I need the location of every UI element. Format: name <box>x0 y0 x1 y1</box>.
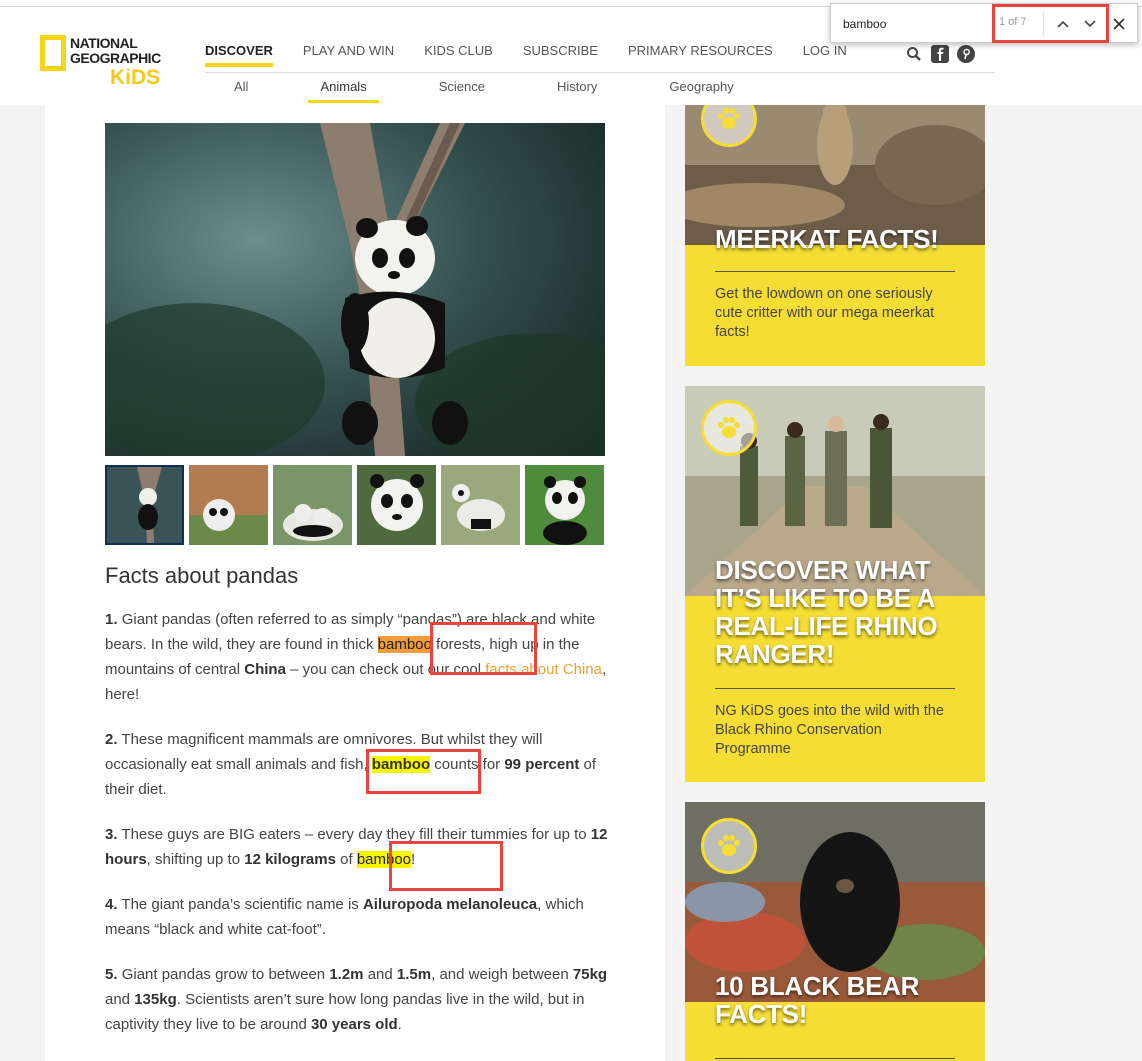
find-match-current: bamboo <box>377 636 432 653</box>
subnav-geography[interactable]: Geography <box>657 79 745 103</box>
thumbnail-4[interactable] <box>357 465 436 545</box>
article-body: Facts about pandas 1. Giant pandas (ofte… <box>105 563 610 1057</box>
fact-text: and <box>363 966 397 983</box>
fact-text: counts for <box>430 756 505 773</box>
find-next-button[interactable] <box>1078 12 1102 36</box>
card-title[interactable]: MEERKAT FACTS! <box>715 225 939 253</box>
fact-text: , shifting up to <box>146 851 245 868</box>
chevron-up-icon <box>1057 20 1069 28</box>
fact-bold: 1.2m <box>329 966 364 983</box>
fact-bold: 75kg <box>572 966 608 983</box>
logo-line-1: NATIONAL <box>70 35 138 51</box>
fact-number: 5. <box>105 966 118 983</box>
fact-number: 1. <box>105 611 118 628</box>
logo-line-3: KiDS <box>110 66 161 89</box>
nav-primary-resources[interactable]: PRIMARY RESOURCES <box>628 43 773 67</box>
thumbnail-3[interactable] <box>273 465 352 545</box>
header-icons <box>905 45 975 63</box>
fact-text: – you can check out our cool <box>285 661 486 678</box>
card-divider <box>715 1058 955 1059</box>
fact-number: 4. <box>105 896 118 913</box>
subnav-all[interactable]: All <box>222 79 260 103</box>
find-divider <box>1043 12 1044 36</box>
article-heading: Facts about pandas <box>105 563 299 588</box>
fact-text: . <box>397 1016 402 1033</box>
search-icon[interactable] <box>905 45 923 63</box>
sidebar-card-rhino-ranger[interactable]: DISCOVER WHAT IT’S LIKE TO BE A REAL-LIF… <box>685 386 985 782</box>
fact-bold: 1.5m <box>396 966 432 983</box>
fact-4: 4. The giant panda’s scientific name is … <box>105 892 610 942</box>
find-match-count: 1 of 7 <box>999 16 1027 28</box>
natgeo-kids-logo[interactable]: NATIONAL GEOGRAPHIC KiDS <box>40 35 175 95</box>
card-description: Get the lowdown on one seriously cute cr… <box>715 286 935 340</box>
fact-5: 5. Giant pandas grow to between 1.2m and… <box>105 962 610 1037</box>
fact-text: of <box>335 851 357 868</box>
find-close-button[interactable] <box>1107 12 1131 36</box>
article-column: Facts about pandas 1. Giant pandas (ofte… <box>45 105 665 1061</box>
fact-bold: bamboo <box>371 756 431 773</box>
nav-kids-club[interactable]: KIDS CLUB <box>424 43 493 67</box>
fact-number: 2. <box>105 731 118 748</box>
fact-text: , and weigh between <box>431 966 573 983</box>
nav-discover[interactable]: DISCOVER <box>205 43 273 67</box>
thumbnail-2[interactable] <box>189 465 268 545</box>
card-divider <box>715 271 955 272</box>
fact-text: These guys are BIG eaters – every day th… <box>121 826 591 843</box>
fact-number: 3. <box>105 826 118 843</box>
fact-1: 1. Giant pandas (often referred to as si… <box>105 607 610 707</box>
find-input[interactable] <box>841 13 995 35</box>
fact-bold: 30 years old <box>310 1016 398 1033</box>
fact-bold: 99 percent <box>504 756 580 773</box>
find-match: bamboo <box>356 851 412 868</box>
find-in-page-bar: 1 of 7 <box>830 3 1138 43</box>
fact-text: Giant pandas grow to between <box>121 966 330 983</box>
sidebar-card-meerkat[interactable]: MEERKAT FACTS! Get the lowdown on one se… <box>685 105 985 366</box>
fact-text: ! <box>411 851 416 868</box>
sidebar-card-black-bear[interactable]: 10 BLACK BEAR FACTS! <box>685 802 985 1061</box>
fact-bold: 135kg <box>134 991 177 1008</box>
facebook-icon[interactable] <box>931 45 949 63</box>
card-title[interactable]: DISCOVER WHAT IT’S LIKE TO BE A REAL-LIF… <box>715 556 960 668</box>
nav-subscribe[interactable]: SUBSCRIBE <box>523 43 598 67</box>
fact-2: 2. These magnificent mammals are omnivor… <box>105 727 610 802</box>
find-previous-button[interactable] <box>1051 12 1075 36</box>
card-description: NG KiDS goes into the wild with the Blac… <box>715 703 944 757</box>
sub-nav: All Animals Science History Geography <box>222 79 794 103</box>
fact-bold: China <box>244 661 286 678</box>
paw-icon <box>701 818 757 874</box>
nav-play-and-win[interactable]: PLAY AND WIN <box>303 43 394 67</box>
image-thumbnails <box>105 465 605 545</box>
fact-bold: Ailuropoda melanoleuca <box>362 896 538 913</box>
close-icon <box>1113 18 1125 30</box>
fact-bold: 12 kilograms <box>244 851 336 868</box>
fact-3: 3. These guys are BIG eaters – every day… <box>105 822 610 872</box>
thumbnail-5[interactable] <box>441 465 520 545</box>
paw-icon <box>701 400 757 456</box>
fact-text: The giant panda’s scientific name is <box>121 896 363 913</box>
fact-text: and <box>105 991 135 1008</box>
main-nav: DISCOVER PLAY AND WIN KIDS CLUB SUBSCRIB… <box>205 43 877 67</box>
subnav-science[interactable]: Science <box>427 79 497 103</box>
yellow-frame-icon <box>40 35 66 71</box>
chevron-down-icon <box>1084 20 1096 28</box>
subnav-history[interactable]: History <box>545 79 609 103</box>
thumbnail-1[interactable] <box>105 465 184 545</box>
find-match: bamboo <box>371 756 431 773</box>
subnav-animals[interactable]: Animals <box>308 79 379 103</box>
china-facts-link[interactable]: facts about China <box>485 661 602 678</box>
logo-line-2: GEOGRAPHIC <box>70 50 161 66</box>
pinterest-icon[interactable] <box>957 45 975 63</box>
panda-hero-image[interactable] <box>105 123 605 456</box>
card-title[interactable]: 10 BLACK BEAR FACTS! <box>715 972 985 1028</box>
nav-divider <box>205 72 995 73</box>
card-divider <box>715 688 955 689</box>
nav-log-in[interactable]: LOG IN <box>803 43 847 67</box>
thumbnail-6[interactable] <box>525 465 604 545</box>
